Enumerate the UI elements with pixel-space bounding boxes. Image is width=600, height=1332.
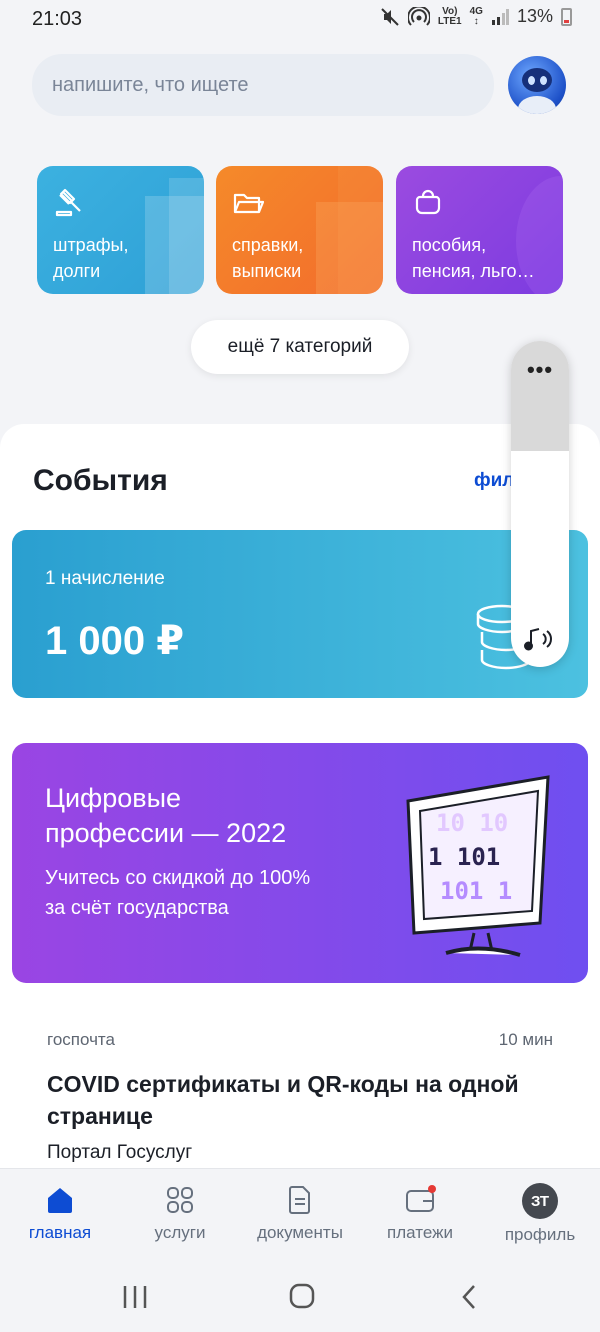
assistant-robot-avatar[interactable] — [508, 56, 566, 114]
nav-home[interactable]: главная — [0, 1183, 120, 1243]
status-icons: Vo) LTE1 4G ↕ 13% — [380, 6, 572, 27]
battery-icon — [561, 7, 572, 26]
svg-text:101 1: 101 1 — [440, 877, 512, 905]
status-bar: 21:03 Vo) LTE1 4G ↕ 13% — [0, 0, 600, 38]
hotspot-icon — [407, 6, 430, 26]
grid-icon — [167, 1187, 193, 1213]
nav-label: документы — [257, 1223, 343, 1242]
search-bar[interactable] — [32, 54, 494, 116]
category-label: штрафы, долги — [53, 235, 129, 281]
charge-card[interactable]: 1 начисление 1 000 ₽ — [12, 530, 588, 698]
music-sound-icon[interactable] — [523, 625, 557, 653]
category-certificates[interactable]: справки, выписки — [216, 166, 383, 294]
mute-icon — [381, 7, 399, 26]
battery-percent: 13% — [516, 6, 553, 26]
signal-icon — [491, 8, 509, 25]
document-icon — [289, 1186, 310, 1214]
more-categories-button[interactable]: ещё 7 категорий — [191, 320, 409, 374]
news-title[interactable]: COVID сертификаты и QR-коды на одной стр… — [47, 1068, 567, 1132]
filter-link[interactable]: фил — [474, 470, 514, 492]
category-fines[interactable]: штрафы, долги — [37, 166, 204, 294]
bottom-navigation: главная услуги документы платежи ЗТ проф… — [0, 1168, 600, 1260]
network-gen: 4G ↕ — [469, 5, 483, 27]
wallet-icon — [406, 1185, 436, 1212]
charge-amount: 1 000 ₽ — [45, 619, 185, 663]
nav-label: услуги — [154, 1223, 206, 1242]
floating-widget[interactable]: ••• — [511, 341, 569, 667]
category-benefits[interactable]: пособия, пенсия, льго… — [396, 166, 563, 294]
system-navigation-bar — [0, 1260, 600, 1332]
back-icon[interactable] — [450, 1282, 490, 1312]
events-title: События — [33, 464, 168, 497]
profile-avatar: ЗТ — [522, 1183, 558, 1219]
more-options-icon[interactable]: ••• — [511, 357, 569, 383]
gavel-icon — [55, 188, 81, 217]
news-source: госпочта — [47, 1030, 115, 1049]
promo-subtitle: Учитесь со скидкой до 100% за счёт госуд… — [45, 867, 311, 919]
nav-profile[interactable]: ЗТ профиль — [480, 1183, 600, 1245]
nav-label: профиль — [504, 1225, 576, 1244]
home-icon — [48, 1188, 72, 1213]
purse-icon — [415, 189, 441, 215]
app-screen: 21:03 Vo) LTE1 4G ↕ 13% шт — [0, 0, 600, 1332]
events-panel: События фил 1 начисление 1 000 ₽ Цифровы… — [0, 424, 600, 1184]
search-input[interactable] — [52, 73, 494, 97]
promo-banner-digital-professions[interactable]: Цифровые профессии — 2022 Учитесь со ски… — [12, 743, 588, 983]
category-label: справки, выписки — [232, 235, 304, 281]
svg-text:10 10: 10 10 — [436, 809, 508, 837]
charge-count: 1 начисление — [45, 568, 165, 589]
computer-monitor-illustration: 10 10 1 101 101 1 — [406, 775, 550, 957]
nav-services[interactable]: услуги — [120, 1183, 240, 1243]
svg-text:1 101: 1 101 — [428, 843, 500, 871]
nav-documents[interactable]: документы — [240, 1183, 360, 1243]
news-author: Портал Госуслуг — [47, 1142, 193, 1163]
category-label: пособия, пенсия, льго… — [412, 235, 535, 281]
folder-icon — [233, 193, 264, 214]
nav-label: платежи — [387, 1223, 453, 1242]
volte-indicator: Vo) LTE1 — [437, 5, 462, 27]
recent-apps-icon[interactable] — [115, 1282, 155, 1312]
news-time: 10 мин — [498, 1030, 553, 1049]
nav-label: главная — [28, 1223, 92, 1242]
nav-payments[interactable]: платежи — [360, 1183, 480, 1243]
home-button-icon[interactable] — [282, 1282, 322, 1312]
promo-title: Цифровые профессии — 2022 — [45, 783, 287, 848]
status-time: 21:03 — [32, 8, 83, 30]
